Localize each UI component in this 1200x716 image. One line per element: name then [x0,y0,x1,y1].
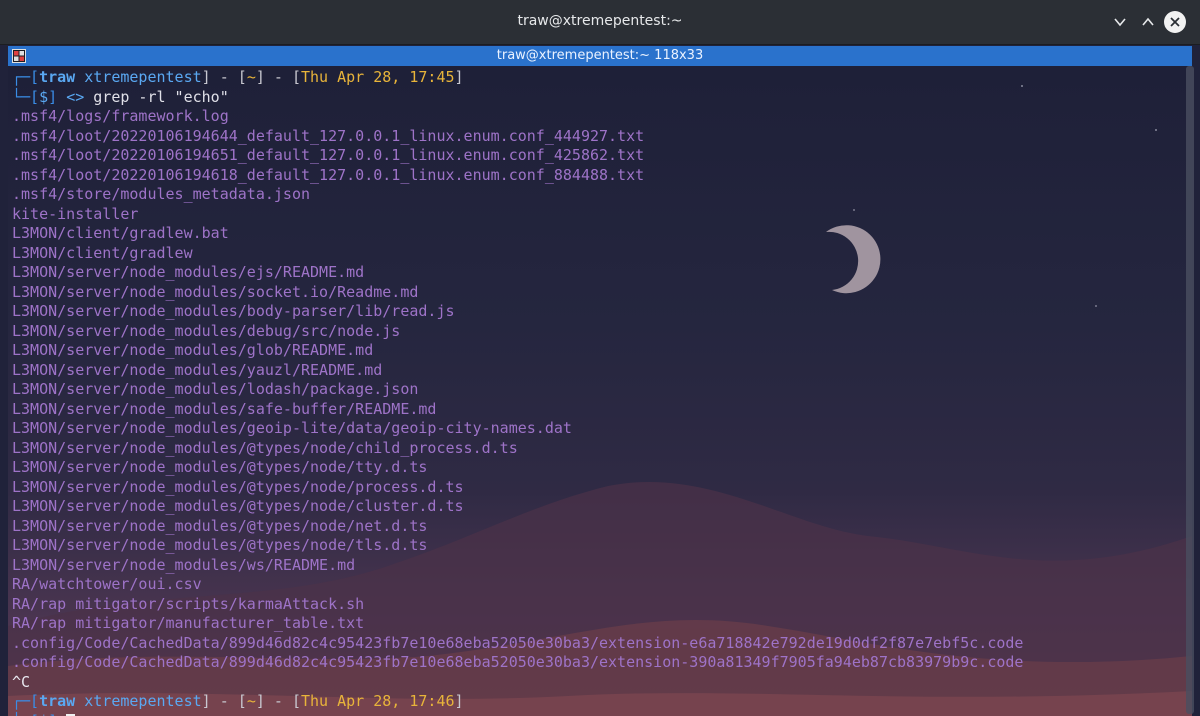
output-line: L3MON/server/node_modules/@types/node/tl… [12,536,428,554]
output-line: L3MON/server/node_modules/@types/node/cl… [12,497,464,515]
output-line: L3MON/server/node_modules/@types/node/tt… [12,458,428,476]
output-line: L3MON/server/node_modules/socket.io/Read… [12,282,419,301]
output-line: L3MON/server/node_modules/debug/src/node… [12,321,401,340]
output-line: .config/Code/CachedData/899d46d82c4c9542… [12,653,1024,671]
output-line: .msf4/loot/20220106194618_default_127.0.… [12,165,645,184]
maximize-button[interactable] [1138,12,1158,32]
output-line: RA/rap mitigator/manufacturer_table.txt [12,614,365,632]
scrollbar-thumb[interactable] [1186,66,1194,714]
output-line: RA/rap mitigator/scripts/karmaAttack.sh [12,594,365,613]
terminal-tab-bar[interactable]: traw@xtremepentest:~ 118x33 [8,46,1192,66]
terminal-view[interactable]: ┌─[traw xtremepentest] - [~] - [Thu Apr … [8,66,1192,716]
output-line: kite-installer [12,204,139,223]
output-line: L3MON/server/node_modules/safe-buffer/RE… [12,399,437,418]
output-line: .msf4/loot/20220106194644_default_127.0.… [12,126,645,145]
output-line: L3MON/client/gradlew.bat [12,224,229,242]
interrupt-line: ^C [12,672,31,691]
terminal-output: ┌─[traw xtremepentest] - [~] - [Thu Apr … [12,68,1172,716]
input-line[interactable]: └─[$] [12,712,1172,716]
output-line: .msf4/logs/framework.log [12,107,229,125]
output-line: L3MON/server/node_modules/yauzl/README.m… [12,360,383,379]
close-icon [1170,17,1180,27]
output-line: .config/Code/CachedData/899d46d82c4c9542… [12,633,1024,652]
command-line: └─[$] <> grep -rl "echo" [12,87,229,106]
output-line: L3MON/server/node_modules/@types/node/ne… [12,516,428,535]
prompt-line: ┌─[traw xtremepentest] - [~] - [Thu Apr … [12,692,464,710]
window-title: traw@xtremepentest:~ [517,13,683,29]
output-line: RA/watchtower/oui.csv [12,575,202,593]
output-line: L3MON/server/node_modules/glob/README.md [12,341,374,359]
chevron-up-icon [1142,17,1154,26]
output-line: .msf4/store/modules_metadata.json [12,185,311,203]
output-line: L3MON/server/node_modules/geoip-lite/dat… [12,419,572,437]
window-titlebar[interactable]: traw@xtremepentest:~ [0,0,1200,45]
output-line: L3MON/server/node_modules/body-parser/li… [12,302,455,320]
prompt-line: ┌─[traw xtremepentest] - [~] - [Thu Apr … [12,68,464,86]
close-button[interactable] [1164,11,1186,33]
output-line: L3MON/client/gradlew [12,243,193,262]
minimize-button[interactable] [1110,12,1130,32]
command-text: grep -rl "echo" [93,87,229,106]
output-line: L3MON/server/node_modules/@types/node/ch… [12,438,518,457]
output-line: L3MON/server/node_modules/ws/README.md [12,555,356,574]
output-line: L3MON/server/node_modules/lodash/package… [12,380,419,398]
chevron-down-icon [1114,18,1126,27]
output-line: L3MON/server/node_modules/@types/node/pr… [12,477,464,496]
tab-title: traw@xtremepentest:~ 118x33 [496,48,704,63]
scrollbar[interactable] [1186,66,1194,714]
output-line: L3MON/server/node_modules/ejs/README.md [12,263,365,281]
output-line: .msf4/loot/20220106194651_default_127.0.… [12,146,645,164]
